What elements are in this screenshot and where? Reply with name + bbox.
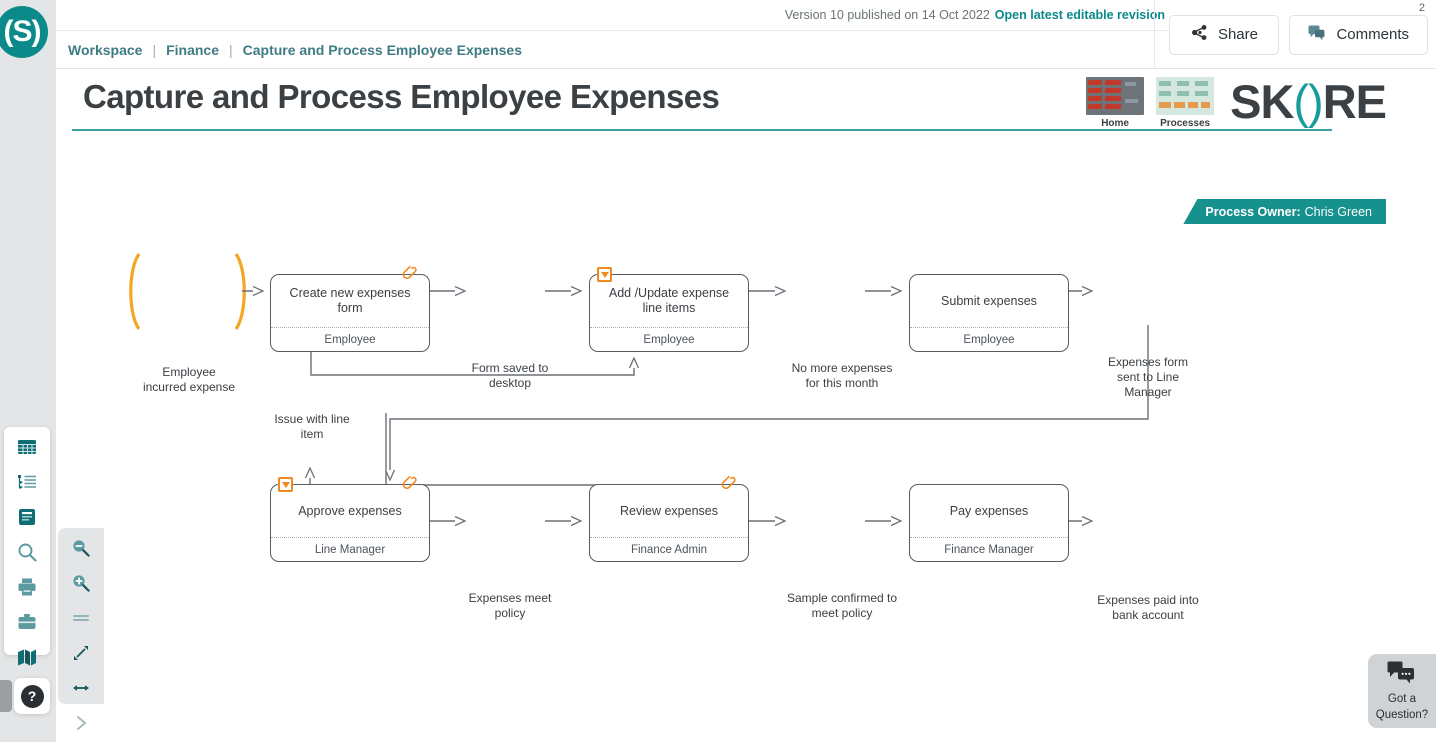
fit-screen-icon[interactable] bbox=[70, 642, 92, 664]
version-text: Version 10 published on 14 Oct 2022 bbox=[784, 8, 990, 22]
app-header: Version 10 published on 14 Oct 2022 Open… bbox=[56, 0, 1436, 69]
chevron-right-icon[interactable] bbox=[70, 712, 92, 734]
open-latest-revision-link[interactable]: Open latest editable revision bbox=[995, 8, 1165, 22]
comments-button-label: Comments bbox=[1336, 26, 1409, 43]
share-nodes-icon bbox=[1191, 24, 1208, 45]
flow-label-issue-with-line-item: Issue with line item bbox=[274, 412, 350, 441]
bottom-strip bbox=[56, 721, 1436, 742]
equals-icon[interactable] bbox=[70, 607, 92, 629]
process-diagram: Employee incurred expense Create new exp… bbox=[56, 69, 1436, 721]
skore-logo-badge[interactable]: (S) bbox=[0, 6, 48, 58]
flow-label-sample-confirmed: Sample confirmed to meet policy bbox=[786, 591, 898, 620]
print-icon[interactable] bbox=[16, 576, 38, 598]
zoom-out-icon[interactable] bbox=[70, 537, 92, 559]
node-add-update-expense-line-items[interactable]: Add /Update expense line items Employee bbox=[589, 274, 749, 352]
flow-label-expenses-paid: Expenses paid into bank account bbox=[1097, 593, 1199, 622]
fit-width-icon[interactable] bbox=[70, 677, 92, 699]
breadcrumb-item-workspace[interactable]: Workspace bbox=[68, 42, 142, 58]
node-expand-marker[interactable] bbox=[278, 477, 293, 492]
attachment-clip-icon[interactable] bbox=[719, 475, 737, 493]
node-role: Line Manager bbox=[271, 537, 429, 561]
tree-list-icon[interactable] bbox=[16, 471, 38, 493]
breadcrumb-item-finance[interactable]: Finance bbox=[166, 42, 219, 58]
attachment-clip-icon[interactable] bbox=[400, 265, 418, 283]
search-icon[interactable] bbox=[16, 541, 38, 563]
got-a-question-line2: Question? bbox=[1375, 708, 1429, 721]
node-title: Add /Update expense line items bbox=[608, 286, 730, 315]
node-create-new-expenses-form[interactable]: Create new expenses form Employee bbox=[270, 274, 430, 352]
got-a-question-widget[interactable]: Got a Question? bbox=[1368, 654, 1436, 728]
node-title: Submit expenses bbox=[941, 293, 1037, 308]
document-canvas: Capture and Process Employee Expenses Ho… bbox=[56, 69, 1436, 742]
flow-label-form-saved-to-desktop: Form saved to desktop bbox=[471, 361, 549, 390]
node-role: Employee bbox=[910, 327, 1068, 351]
flow-label-no-more-expenses: No more expenses for this month bbox=[791, 361, 893, 390]
version-bar: Version 10 published on 14 Oct 2022 Open… bbox=[56, 0, 1177, 31]
node-submit-expenses[interactable]: Submit expenses Employee bbox=[909, 274, 1069, 352]
map-icon[interactable] bbox=[16, 646, 38, 668]
node-title: Pay expenses bbox=[949, 503, 1029, 518]
zoom-in-icon[interactable] bbox=[70, 572, 92, 594]
start-event-label: Employee incurred expense bbox=[142, 365, 236, 394]
node-review-expenses[interactable]: Review expenses Finance Admin bbox=[589, 484, 749, 562]
breadcrumb-item-current[interactable]: Capture and Process Employee Expenses bbox=[243, 42, 522, 58]
node-expand-marker[interactable] bbox=[597, 267, 612, 282]
node-role: Finance Manager bbox=[910, 537, 1068, 561]
share-button[interactable]: Share bbox=[1169, 14, 1280, 55]
flow-label-expenses-meet-policy: Expenses meet policy bbox=[468, 591, 552, 620]
zoom-panel bbox=[58, 528, 104, 730]
book-icon[interactable] bbox=[16, 506, 38, 528]
node-role: Employee bbox=[590, 327, 748, 351]
got-a-question-line1: Got a bbox=[1387, 692, 1417, 705]
flow-label-expenses-form-sent: Expenses form sent to Line Manager bbox=[1107, 355, 1189, 399]
comments-count-badge: 2 bbox=[1418, 1, 1425, 14]
node-pay-expenses[interactable]: Pay expenses Finance Manager bbox=[909, 484, 1069, 562]
node-approve-expenses[interactable]: Approve expenses Line Manager bbox=[270, 484, 430, 562]
header-actions: Share 2 Comments bbox=[1154, 0, 1428, 69]
share-button-label: Share bbox=[1217, 26, 1258, 43]
breadcrumb-separator: | bbox=[229, 42, 233, 58]
tool-panel bbox=[4, 427, 50, 666]
chat-bubbles-icon bbox=[1387, 661, 1417, 690]
breadcrumb-separator: | bbox=[152, 42, 157, 58]
diagram-connectors-detail bbox=[56, 69, 1436, 721]
comments-button[interactable]: 2 Comments bbox=[1289, 2, 1428, 55]
sidebar-collapse-handle[interactable] bbox=[0, 680, 12, 712]
comment-bubbles-icon bbox=[1308, 25, 1326, 45]
briefcase-icon[interactable] bbox=[16, 611, 38, 633]
node-role: Finance Admin bbox=[590, 537, 748, 561]
node-role: Employee bbox=[271, 327, 429, 351]
question-mark-icon: ? bbox=[20, 684, 44, 708]
grid-icon[interactable] bbox=[16, 436, 38, 458]
help-button[interactable]: ? bbox=[14, 678, 50, 714]
app-root: (S) Version 10 published on 14 Oct 2022 … bbox=[0, 0, 1436, 742]
attachment-clip-icon[interactable] bbox=[400, 475, 418, 493]
breadcrumb: Workspace | Finance | Capture and Proces… bbox=[56, 31, 1177, 69]
